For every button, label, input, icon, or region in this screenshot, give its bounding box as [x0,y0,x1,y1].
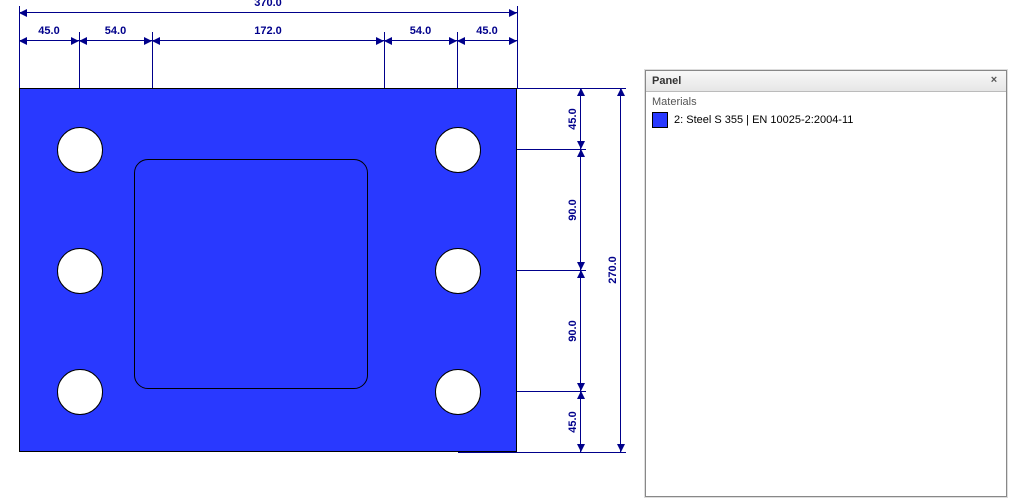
dimension-label: 370.0 [252,0,284,9]
dimension-label: 45.0 [36,25,61,37]
drawing-canvas: 370.0 45.0 54.0 172.0 54.0 45.0 270.0 45… [0,0,640,502]
dimension-segment: 90.0 [580,149,581,270]
dimension-label: 270.0 [607,254,619,286]
close-icon[interactable]: × [986,73,1002,89]
dimension-label: 45.0 [567,106,579,131]
section-outline [134,159,368,389]
bolt-hole [435,127,481,173]
panel-section-label: Materials [646,92,1006,110]
bolt-hole [57,248,103,294]
dimension-segment: 90.0 [580,270,581,391]
extension-line [19,6,20,88]
panel-title-text: Panel [652,75,681,87]
bolt-hole [57,127,103,173]
dimension-label: 172.0 [252,25,284,37]
dimension-segment: 172.0 [152,40,384,41]
dimension-overall-width: 370.0 [19,12,517,13]
material-swatch [652,112,668,128]
bolt-hole [435,369,481,415]
dimension-segment: 45.0 [457,40,517,41]
material-row[interactable]: 2: Steel S 355 | EN 10025-2:2004-11 [646,110,1006,130]
dimension-segment: 45.0 [580,88,581,149]
bolt-hole [435,248,481,294]
material-label: 2: Steel S 355 | EN 10025-2:2004-11 [674,114,853,126]
dimension-segment: 45.0 [19,40,79,41]
dimension-label: 45.0 [567,409,579,434]
dimension-label: 54.0 [103,25,128,37]
dimension-segment: 54.0 [79,40,152,41]
bolt-hole [57,369,103,415]
dimension-segment: 45.0 [580,391,581,452]
dimension-label: 45.0 [474,25,499,37]
panel-titlebar[interactable]: Panel × [646,71,1006,92]
extension-line [517,6,518,88]
dimension-label: 90.0 [567,197,579,222]
end-plate [19,88,517,452]
dimension-label: 54.0 [408,25,433,37]
dimension-label: 90.0 [567,318,579,343]
extension-line [458,452,626,453]
dimension-segment: 54.0 [384,40,457,41]
dimension-overall-height: 270.0 [620,88,621,452]
materials-panel: Panel × Materials 2: Steel S 355 | EN 10… [645,70,1007,497]
